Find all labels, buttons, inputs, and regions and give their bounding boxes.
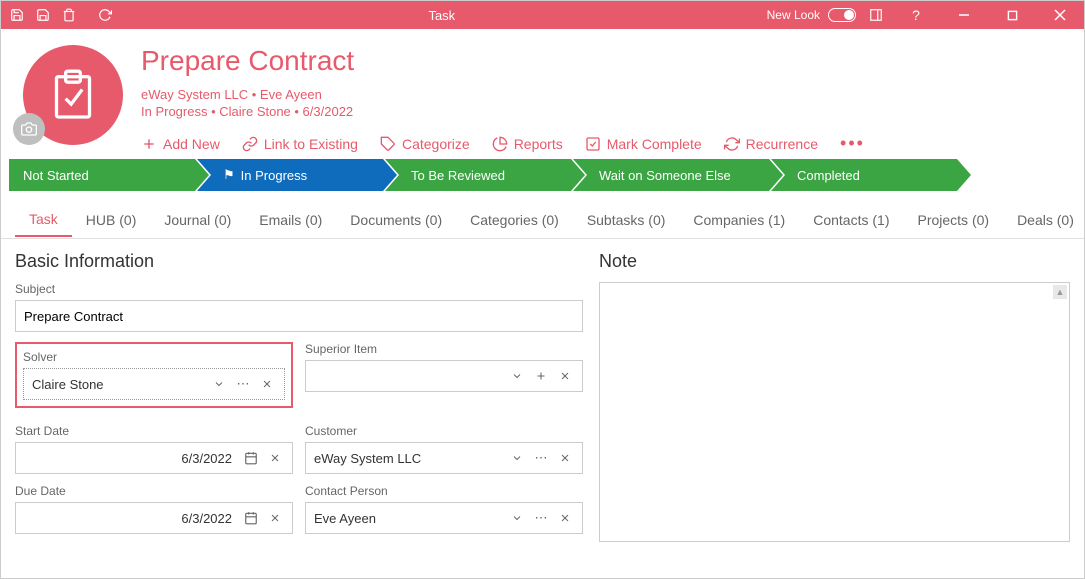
new-look-toggle[interactable] xyxy=(828,8,856,22)
contact-label: Contact Person xyxy=(305,484,583,498)
header-subtitle-2: In Progress • Claire Stone • 6/3/2022 xyxy=(141,104,1072,119)
ellipsis-icon[interactable]: ⋯ xyxy=(530,507,552,529)
ellipsis-icon[interactable]: ⋯ xyxy=(530,447,552,469)
reports-button[interactable]: Reports xyxy=(492,136,563,152)
refresh-icon[interactable] xyxy=(93,3,117,27)
chevron-down-icon[interactable] xyxy=(506,365,528,387)
tab-subtasks[interactable]: Subtasks (0) xyxy=(573,204,680,236)
window-title: Task xyxy=(117,8,767,23)
tab-companies[interactable]: Companies (1) xyxy=(679,204,799,236)
workflow-in-progress[interactable]: ⚑In Progress xyxy=(197,159,397,191)
clear-icon[interactable] xyxy=(554,447,576,469)
subject-input[interactable] xyxy=(15,300,583,332)
flag-icon: ⚑ xyxy=(223,167,235,183)
help-button[interactable]: ? xyxy=(896,1,936,29)
categorize-button[interactable]: Categorize xyxy=(380,136,470,152)
due-date-label: Due Date xyxy=(15,484,293,498)
clear-icon[interactable] xyxy=(264,507,286,529)
add-new-button[interactable]: Add New xyxy=(141,136,220,152)
maximize-button[interactable] xyxy=(992,1,1032,29)
camera-icon[interactable] xyxy=(13,113,45,145)
more-actions-button[interactable]: ••• xyxy=(840,133,865,154)
superior-label: Superior Item xyxy=(305,342,583,356)
panel-icon[interactable] xyxy=(864,3,888,27)
workflow-to-be-reviewed[interactable]: To Be Reviewed xyxy=(385,159,585,191)
tab-task[interactable]: Task xyxy=(15,203,72,237)
close-button[interactable] xyxy=(1040,1,1080,29)
ellipsis-icon[interactable]: ⋯ xyxy=(232,373,254,395)
title-bar: Task New Look ? xyxy=(1,1,1084,29)
start-date-input[interactable]: 6/3/2022 xyxy=(15,442,293,474)
scroll-up-icon[interactable]: ▲ xyxy=(1053,285,1067,299)
section-note-title: Note xyxy=(599,251,1070,272)
workflow-bar: Not Started ⚑In Progress To Be Reviewed … xyxy=(9,159,1076,191)
workflow-not-started[interactable]: Not Started xyxy=(9,159,209,191)
section-basic-title: Basic Information xyxy=(15,251,583,272)
chevron-down-icon[interactable] xyxy=(506,507,528,529)
header-subtitle-1: eWay System LLC • Eve Ayeen xyxy=(141,87,1072,102)
minimize-button[interactable] xyxy=(944,1,984,29)
solver-label: Solver xyxy=(23,350,285,364)
subject-label: Subject xyxy=(15,282,583,296)
plus-icon[interactable] xyxy=(530,365,552,387)
header: Prepare Contract eWay System LLC • Eve A… xyxy=(1,29,1084,159)
clear-icon[interactable] xyxy=(554,507,576,529)
tab-categories[interactable]: Categories (0) xyxy=(456,204,573,236)
link-existing-button[interactable]: Link to Existing xyxy=(242,136,358,152)
calendar-icon[interactable] xyxy=(240,507,262,529)
mark-complete-button[interactable]: Mark Complete xyxy=(585,136,702,152)
tab-contacts[interactable]: Contacts (1) xyxy=(799,204,903,236)
note-textarea[interactable]: ▲ xyxy=(599,282,1070,542)
chevron-down-icon[interactable] xyxy=(208,373,230,395)
delete-icon[interactable] xyxy=(57,3,81,27)
new-look-label: New Look xyxy=(767,8,820,22)
page-title: Prepare Contract xyxy=(141,45,1072,77)
tab-emails[interactable]: Emails (0) xyxy=(245,204,336,236)
tab-deals[interactable]: Deals (0) xyxy=(1003,204,1085,236)
calendar-icon[interactable] xyxy=(240,447,262,469)
save-icon[interactable] xyxy=(5,3,29,27)
clear-icon[interactable] xyxy=(256,373,278,395)
contact-input[interactable]: Eve Ayeen ⋯ xyxy=(305,502,583,534)
tab-documents[interactable]: Documents (0) xyxy=(336,204,456,236)
solver-input[interactable]: Claire Stone ⋯ xyxy=(23,368,285,400)
tabs-bar: Task HUB (0) Journal (0) Emails (0) Docu… xyxy=(1,201,1084,239)
due-date-input[interactable]: 6/3/2022 xyxy=(15,502,293,534)
clear-icon[interactable] xyxy=(264,447,286,469)
superior-input[interactable] xyxy=(305,360,583,392)
workflow-wait-someone[interactable]: Wait on Someone Else xyxy=(573,159,783,191)
tab-journal[interactable]: Journal (0) xyxy=(150,204,245,236)
tab-projects[interactable]: Projects (0) xyxy=(903,204,1003,236)
recurrence-button[interactable]: Recurrence xyxy=(724,136,818,152)
start-date-label: Start Date xyxy=(15,424,293,438)
chevron-down-icon[interactable] xyxy=(506,447,528,469)
clear-icon[interactable] xyxy=(554,365,576,387)
customer-input[interactable]: eWay System LLC ⋯ xyxy=(305,442,583,474)
workflow-completed[interactable]: Completed xyxy=(771,159,971,191)
customer-label: Customer xyxy=(305,424,583,438)
save-as-icon[interactable] xyxy=(31,3,55,27)
tab-hub[interactable]: HUB (0) xyxy=(72,204,151,236)
